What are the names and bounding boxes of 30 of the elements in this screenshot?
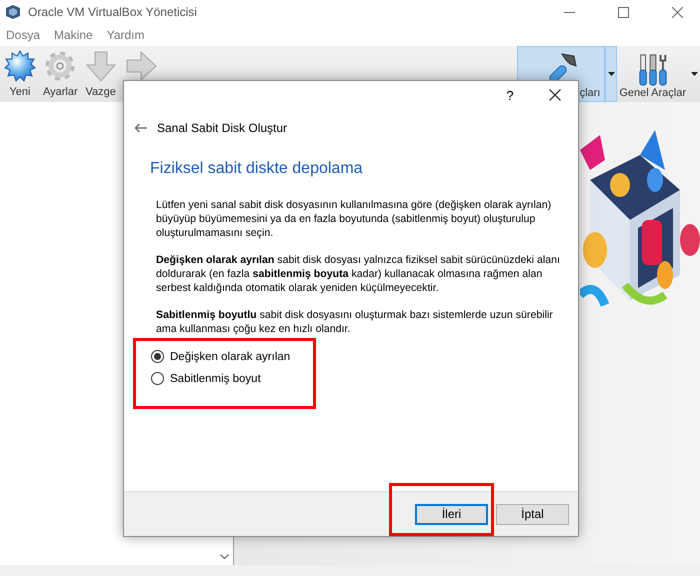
- maximize-icon[interactable]: [618, 6, 628, 18]
- radio-button[interactable]: [151, 350, 164, 363]
- toolbar-label[interactable]: Ayarlar: [43, 86, 78, 98]
- dialog-button[interactable]: İptal: [496, 504, 569, 524]
- back-arrow-icon[interactable]: [134, 123, 147, 133]
- radio-option[interactable]: Sabitlenmiş boyut: [151, 372, 578, 385]
- description-text: Değişken olarak ayrılan sabit disk dosyası yalnızca fiziksel sabit sürücünüzdeki alanı doldurarak (en fazla sabitlenmiş boyuta kadar) kullanacak olmasına rağmen alan serbest kaldığında otomatik olarak yeniden küçülmeyecektir.: [156, 253, 560, 295]
- gear-icon: [44, 50, 76, 82]
- toolbar-label[interactable]: Vazge: [85, 86, 116, 98]
- right-arrow-icon: [124, 50, 157, 82]
- dialog-title: Sanal Sabit Disk Oluştur: [157, 121, 288, 135]
- page-heading: Fiziksel sabit diskte depolama: [150, 160, 364, 178]
- radio-option[interactable]: Değişken olarak ayrılan: [151, 350, 578, 363]
- menu-item[interactable]: Makine: [54, 28, 93, 42]
- menu-item[interactable]: Yardım: [106, 28, 144, 42]
- dialog-button[interactable]: İleri: [415, 504, 488, 524]
- menu-item[interactable]: Dosya: [6, 28, 40, 42]
- star-icon: [4, 50, 36, 82]
- close-icon[interactable]: [549, 89, 561, 101]
- toolbar-label[interactable]: Yeni: [9, 86, 30, 98]
- caret-icon[interactable]: [690, 72, 698, 76]
- radio-button[interactable]: [151, 372, 164, 385]
- description-text: Sabitlenmiş boyutlu sabit disk dosyasını oluşturmak bazı sistemlerde uzun sürebilir ama kullanması çoğu kez en hızlı olandır.: [156, 308, 554, 336]
- caret-icon[interactable]: [608, 72, 615, 76]
- scroll-down-icon[interactable]: [220, 554, 228, 559]
- down-arrow-icon: [84, 50, 117, 82]
- window-title: Oracle VM VirtualBox Yöneticisi: [28, 5, 197, 19]
- tool-button[interactable]: Genel Araçlar: [617, 46, 688, 102]
- description-text: Lütfen yeni sanal sabit disk dosyasının kullanılmasına göre (değişken olarak ayrılan) büyüyüp büyümemesini ya da en fazla boyutunda (sabitlenmiş boyut) oluşturulup oluşturulmamasını seçin.: [156, 198, 552, 240]
- app-logo-icon: [6, 5, 20, 19]
